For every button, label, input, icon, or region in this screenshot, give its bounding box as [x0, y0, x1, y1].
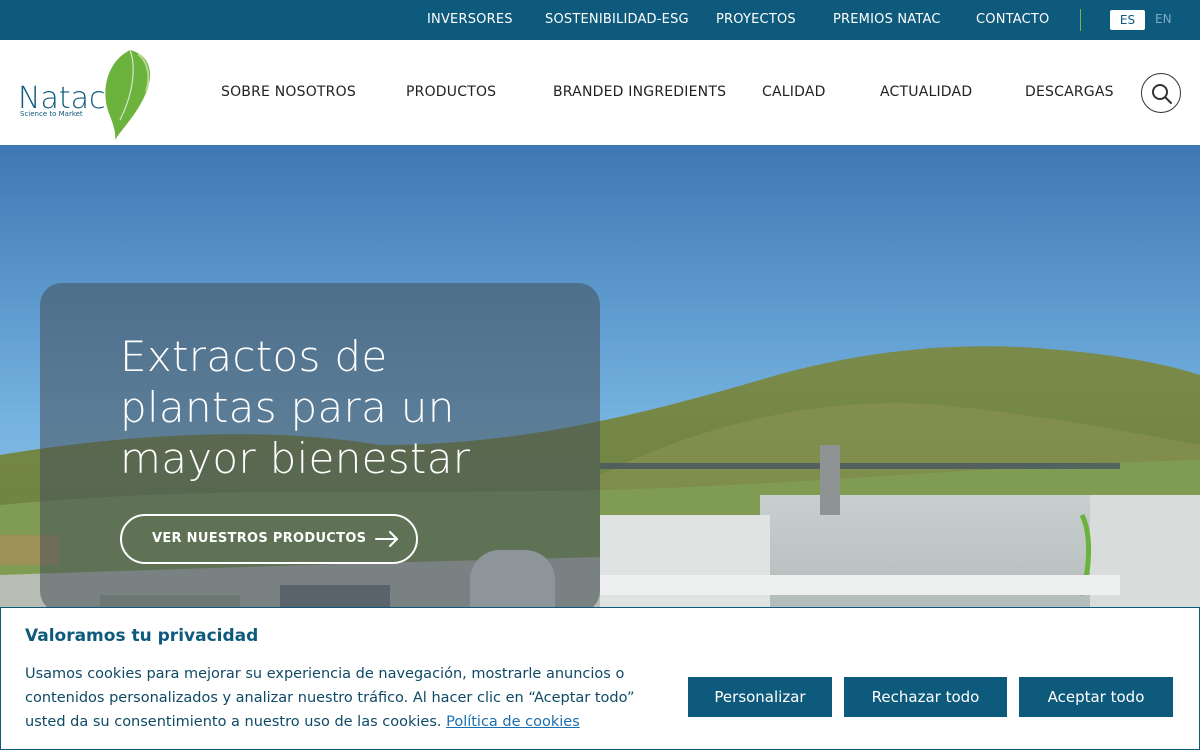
- natac-logo-mark: Natac Science to Market: [18, 49, 151, 140]
- cookie-policy-link[interactable]: Política de cookies: [446, 714, 580, 730]
- top-link-sostenibilidad[interactable]: SOSTENIBILIDAD-ESG: [545, 12, 689, 27]
- main-header: Natac Science to Market SOBRE NOSOTROS P…: [0, 40, 1200, 145]
- cookie-title: Valoramos tu privacidad: [25, 626, 259, 646]
- hero-title: Extractos de plantas para un mayor biene…: [120, 332, 471, 483]
- language-en-button[interactable]: EN: [1155, 12, 1172, 26]
- top-link-contacto[interactable]: CONTACTO: [976, 12, 1049, 27]
- nav-calidad[interactable]: CALIDAD: [762, 84, 826, 100]
- nav-descargas[interactable]: DESCARGAS: [1025, 84, 1114, 100]
- view-products-label: VER NUESTROS PRODUCTOS: [152, 531, 367, 546]
- language-es-button[interactable]: ES: [1110, 10, 1145, 30]
- nav-branded-ingredients[interactable]: BRANDED INGREDIENTS: [553, 84, 726, 100]
- top-link-inversores[interactable]: INVERSORES: [427, 12, 513, 27]
- hero-card: Extractos de plantas para un mayor biene…: [40, 283, 600, 613]
- top-link-premios[interactable]: PREMIOS NATAC: [833, 12, 941, 27]
- arrow-right-icon: [375, 531, 398, 547]
- natac-logo[interactable]: Natac Science to Market: [18, 48, 153, 140]
- top-bar: INVERSORES SOSTENIBILIDAD-ESG PROYECTOS …: [0, 0, 1200, 40]
- cookie-banner: Valoramos tu privacidad Usamos cookies p…: [0, 607, 1200, 750]
- nav-actualidad[interactable]: ACTUALIDAD: [880, 84, 972, 100]
- customize-button[interactable]: Personalizar: [688, 677, 832, 717]
- accept-all-button[interactable]: Aceptar todo: [1019, 677, 1173, 717]
- logo-tagline: Science to Market: [20, 110, 83, 118]
- nav-productos[interactable]: PRODUCTOS: [406, 84, 496, 100]
- cookie-text: Usamos cookies para mejorar su experienc…: [25, 662, 665, 734]
- top-links: INVERSORES SOSTENIBILIDAD-ESG PROYECTOS …: [0, 0, 1200, 40]
- view-products-button[interactable]: VER NUESTROS PRODUCTOS: [120, 514, 418, 564]
- search-icon: [1152, 84, 1172, 104]
- language-divider: [1080, 9, 1081, 31]
- search-button[interactable]: [1141, 73, 1181, 113]
- reject-all-button[interactable]: Rechazar todo: [844, 677, 1007, 717]
- top-link-proyectos[interactable]: PROYECTOS: [716, 12, 796, 27]
- nav-sobre-nosotros[interactable]: SOBRE NOSOTROS: [221, 84, 356, 100]
